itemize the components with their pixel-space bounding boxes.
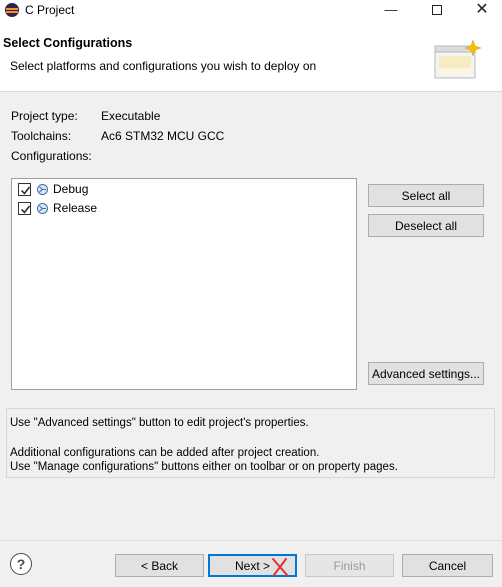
- message-line: Additional configurations can be added a…: [10, 447, 320, 459]
- wizard-banner-icon: [434, 39, 482, 79]
- page-description: Select platforms and configurations you …: [10, 59, 317, 73]
- config-item-release[interactable]: Release: [18, 200, 97, 216]
- project-type-value: Executable: [101, 109, 161, 123]
- minimize-button[interactable]: —: [371, 0, 411, 22]
- gear-icon: [37, 202, 48, 214]
- checkmark-icon: [20, 205, 31, 214]
- page-title: Select Configurations: [3, 36, 133, 50]
- message-area: Use "Advanced settings" button to edit p…: [6, 408, 495, 478]
- project-type-label: Project type:: [11, 109, 78, 123]
- footer-divider: [0, 540, 502, 541]
- config-item-debug[interactable]: Debug: [18, 181, 88, 197]
- debug-checkbox[interactable]: [18, 182, 31, 196]
- deselect-all-button[interactable]: Deselect all: [368, 214, 484, 237]
- cursor-mark-icon: [272, 558, 288, 576]
- project-type-row: Project type: Executable: [11, 109, 160, 123]
- release-checkbox[interactable]: [18, 201, 31, 215]
- toolchains-value: Ac6 STM32 MCU GCC: [101, 129, 225, 143]
- wizard-header: Select Configurations Select platforms a…: [0, 22, 502, 92]
- window-title: C Project: [25, 3, 75, 17]
- message-line: Use "Advanced settings" button to edit p…: [10, 417, 309, 429]
- back-button[interactable]: < Back: [115, 554, 204, 577]
- finish-button[interactable]: Finish: [305, 554, 394, 577]
- config-label: Release: [53, 201, 98, 215]
- select-all-button[interactable]: Select all: [368, 184, 484, 207]
- title-bar: C Project — ✕: [0, 0, 502, 22]
- cancel-button[interactable]: Cancel: [402, 554, 493, 577]
- advanced-settings-button[interactable]: Advanced settings...: [368, 362, 484, 385]
- close-button[interactable]: ✕: [462, 0, 502, 22]
- configurations-list[interactable]: Debug Release: [11, 178, 357, 390]
- message-line: Use "Manage configurations" buttons eith…: [10, 461, 398, 473]
- help-icon[interactable]: ?: [10, 553, 32, 575]
- toolchains-label: Toolchains:: [11, 129, 72, 143]
- maximize-button[interactable]: [417, 0, 457, 22]
- configurations-label: Configurations:: [11, 149, 92, 163]
- gear-icon: [37, 183, 48, 195]
- checkmark-icon: [20, 186, 31, 195]
- eclipse-icon: [5, 3, 19, 17]
- config-label: Debug: [53, 182, 89, 196]
- toolchains-row: Toolchains: Ac6 STM32 MCU GCC: [11, 129, 224, 143]
- maximize-icon: [432, 5, 442, 15]
